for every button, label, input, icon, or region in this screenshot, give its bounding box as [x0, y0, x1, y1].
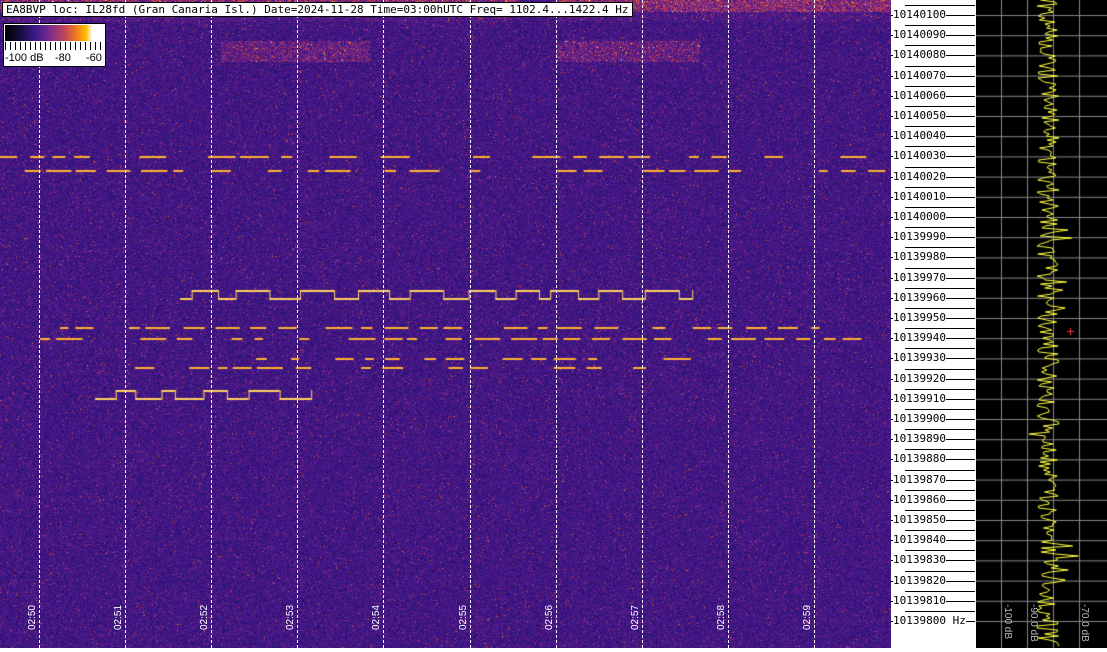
time-gridline — [727, 0, 729, 648]
frequency-tick-label: 10139860 — [893, 492, 946, 506]
frequency-minor-tick — [905, 469, 975, 471]
frequency-tick-label: 10139990 — [893, 230, 946, 244]
frequency-minor-tick — [905, 449, 975, 451]
frequency-minor-tick — [905, 530, 975, 532]
frequency-tick-label: 10139850 — [893, 513, 946, 526]
frequency-minor-tick — [905, 45, 975, 47]
frequency-tick-label: 10139890 — [893, 432, 946, 446]
frequency-tick-label: 10140060 — [893, 88, 946, 102]
db-label-100: -100 dB — [1002, 604, 1013, 640]
frequency-tick-label: 10140090 — [893, 28, 946, 42]
spectrum-panel: -100 dB -90.0 dB -70.0 dB — [976, 0, 1107, 648]
time-gridline — [641, 0, 643, 648]
waterfall-spectrogram — [0, 0, 891, 648]
frequency-minor-tick — [905, 186, 975, 188]
frequency-axis: 10140100 10140090 10140080 10140070 10140060… — [891, 0, 975, 648]
frequency-minor-tick — [905, 25, 975, 27]
frequency-tick-label: 10140070 — [893, 68, 946, 82]
frequency-tick-label: 10139820 — [893, 573, 946, 587]
frequency-tick-label: 10139960 — [893, 290, 946, 304]
frequency-minor-tick — [905, 227, 975, 229]
time-tick-label: 02:50 — [27, 604, 38, 630]
chart-title: EA8BVP loc: IL28fd (Gran Canaria Isl.) D… — [2, 2, 633, 17]
time-gridline — [383, 0, 385, 648]
frequency-minor-tick — [905, 166, 975, 168]
frequency-tick-label: 10139950 — [893, 311, 946, 324]
colorbar-label-mid: -80 — [55, 52, 71, 64]
frequency-tick-label: 10139970 — [893, 270, 946, 284]
frequency-minor-tick — [905, 247, 975, 249]
frequency-minor-tick — [905, 146, 975, 148]
frequency-tick-label: 10140010 — [893, 189, 946, 203]
colorbar-ticks — [5, 42, 104, 50]
frequency-minor-tick — [905, 5, 975, 6]
colorbar-gradient — [5, 25, 104, 41]
frequency-minor-tick — [905, 106, 975, 107]
frequency-minor-tick — [905, 328, 975, 330]
time-tick-label: 02:58 — [715, 604, 727, 630]
frequency-tick-label: 10139830 — [893, 553, 946, 567]
time-tick-label: 02:51 — [113, 604, 125, 630]
frequency-minor-tick — [905, 308, 975, 309]
frequency-minor-tick — [905, 287, 975, 289]
frequency-minor-tick — [905, 510, 975, 511]
frequency-minor-tick — [905, 611, 975, 612]
time-gridline — [125, 0, 127, 648]
frequency-tick-label: 10139940 — [893, 331, 946, 345]
time-tick-label: 02:55 — [457, 604, 469, 630]
frequency-tick-label: 10139800 Hz — [893, 614, 966, 627]
frequency-tick-label: 10139910 — [893, 391, 946, 405]
time-tick-label: 02:59 — [801, 604, 813, 630]
time-tick-label: 02:54 — [371, 604, 383, 630]
frequency-tick-label: 10139870 — [893, 472, 946, 486]
frequency-minor-tick — [905, 388, 975, 390]
frequency-tick-label: 10139810 — [893, 593, 946, 607]
frequency-tick-label: 10139930 — [893, 351, 946, 365]
frequency-minor-tick — [905, 267, 975, 269]
db-label-90: -90.0 dB — [1028, 604, 1039, 642]
frequency-minor-tick — [905, 65, 975, 67]
frequency-tick-label: 10139980 — [893, 250, 946, 264]
time-gridline — [297, 0, 299, 648]
time-gridline — [469, 0, 471, 648]
time-tick-label: 02:52 — [199, 604, 211, 630]
frequency-minor-tick — [905, 489, 975, 491]
frequency-tick-label: 10140030 — [893, 149, 946, 163]
frequency-minor-tick — [905, 429, 975, 431]
time-tick-label: 02:57 — [629, 604, 641, 630]
frequency-minor-tick — [905, 570, 975, 572]
frequency-tick-label: 10140050 — [893, 109, 946, 122]
frequency-minor-tick — [905, 550, 975, 552]
frequency-minor-tick — [905, 590, 975, 592]
frequency-tick-label: 10140020 — [893, 169, 946, 183]
frequency-tick-label: 10140080 — [893, 48, 946, 62]
time-gridline — [39, 0, 40, 648]
colorbar-label-max: -60 — [86, 52, 102, 64]
frequency-tick-label: 10139900 — [893, 412, 946, 425]
frequency-minor-tick — [905, 207, 975, 208]
time-gridline — [555, 0, 557, 648]
frequency-tick-label: 10140100 — [893, 8, 946, 21]
frequency-tick-label: 10139840 — [893, 533, 946, 547]
frequency-minor-tick — [905, 409, 975, 410]
frequency-tick-label: 10140000 — [893, 210, 946, 223]
colorbar-legend: -100 dB -80 -60 — [3, 23, 106, 67]
spectrum-trace — [976, 0, 1107, 648]
db-label-70: -70.0 dB — [1079, 604, 1090, 642]
frequency-minor-tick — [905, 348, 975, 350]
time-tick-label: 02:53 — [285, 604, 297, 630]
frequency-tick-label: 10140040 — [893, 129, 946, 143]
time-gridline — [211, 0, 213, 648]
time-gridline — [813, 0, 815, 648]
frequency-minor-tick — [905, 368, 975, 370]
frequency-tick-label: 10139880 — [893, 452, 946, 466]
frequency-minor-tick — [905, 126, 975, 128]
time-tick-label: 02:56 — [543, 604, 555, 630]
colorbar-label-min: -100 dB — [5, 52, 44, 64]
frequency-tick-label: 10139920 — [893, 371, 946, 385]
frequency-minor-tick — [905, 85, 975, 87]
